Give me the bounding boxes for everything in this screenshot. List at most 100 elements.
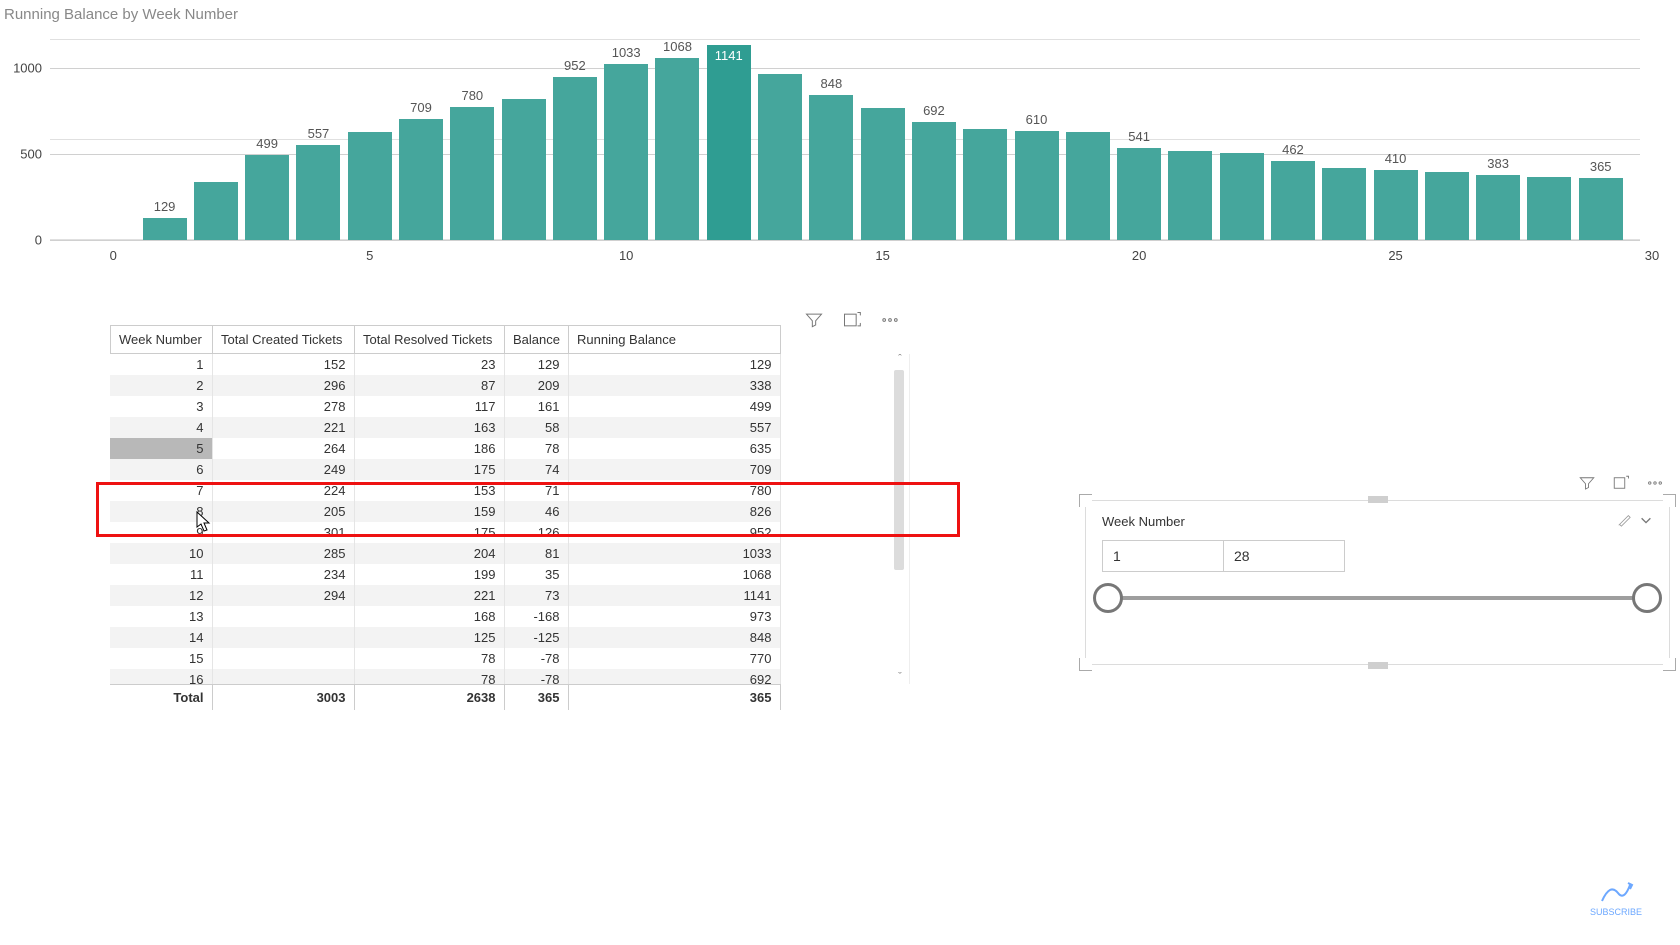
cell[interactable]: 73	[504, 585, 568, 606]
cell[interactable]: -78	[504, 648, 568, 669]
cell[interactable]: 249	[212, 459, 354, 480]
cell[interactable]: 635	[568, 438, 780, 459]
cell[interactable]: 204	[354, 543, 504, 564]
scroll-up-icon[interactable]: ˆ	[891, 354, 909, 366]
cell[interactable]: 8	[110, 501, 212, 522]
col-header-0[interactable]: Week Number	[111, 326, 213, 354]
scroll-down-icon[interactable]: ˇ	[891, 672, 909, 684]
cell[interactable]: 159	[354, 501, 504, 522]
cell[interactable]: 209	[504, 375, 568, 396]
bar-week-17[interactable]	[963, 129, 1007, 240]
col-header-4[interactable]: Running Balance	[569, 326, 781, 354]
scrollbar[interactable]: ˆ ˇ	[891, 354, 909, 684]
bar-week-3[interactable]	[245, 155, 289, 240]
cell[interactable]: 6	[110, 459, 212, 480]
col-header-1[interactable]: Total Created Tickets	[213, 326, 355, 354]
selection-handles[interactable]	[1085, 500, 1670, 665]
cell[interactable]: 3	[110, 396, 212, 417]
cell[interactable]: 175	[354, 459, 504, 480]
cell[interactable]: 278	[212, 396, 354, 417]
cell[interactable]: 770	[568, 648, 780, 669]
cell[interactable]: 952	[568, 522, 780, 543]
cell[interactable]: 186	[354, 438, 504, 459]
cell[interactable]: 234	[212, 564, 354, 585]
cell[interactable]: 4	[110, 417, 212, 438]
cell[interactable]: 46	[504, 501, 568, 522]
bar-week-15[interactable]	[861, 108, 905, 240]
cell[interactable]: 2	[110, 375, 212, 396]
cell[interactable]: 129	[568, 354, 780, 375]
table-row[interactable]: 13168-168973	[110, 606, 780, 627]
cell[interactable]: 973	[568, 606, 780, 627]
focus-mode-icon[interactable]	[1612, 474, 1630, 495]
table-row[interactable]: 624917574709	[110, 459, 780, 480]
table-row[interactable]: 820515946826	[110, 501, 780, 522]
cell[interactable]: 161	[504, 396, 568, 417]
cell[interactable]: 13	[110, 606, 212, 627]
cell[interactable]: 557	[568, 417, 780, 438]
bar-week-16[interactable]	[912, 122, 956, 240]
cell[interactable]: -125	[504, 627, 568, 648]
cell[interactable]: 499	[568, 396, 780, 417]
cell[interactable]: 1	[110, 354, 212, 375]
cell[interactable]: 199	[354, 564, 504, 585]
cell[interactable]: 23	[354, 354, 504, 375]
table-row[interactable]: 722415371780	[110, 480, 780, 501]
bar-week-14[interactable]	[809, 95, 853, 240]
cell[interactable]	[212, 648, 354, 669]
cell[interactable]: 9	[110, 522, 212, 543]
bar-week-10[interactable]	[604, 64, 648, 240]
cell[interactable]	[212, 627, 354, 648]
cell[interactable]: 848	[568, 627, 780, 648]
bar-week-5[interactable]	[348, 132, 392, 240]
cell[interactable]	[212, 669, 354, 684]
cell[interactable]: 296	[212, 375, 354, 396]
cell[interactable]: 205	[212, 501, 354, 522]
bar-week-21[interactable]	[1168, 151, 1212, 240]
bar-week-4[interactable]	[296, 145, 340, 240]
scroll-thumb[interactable]	[894, 370, 904, 570]
table-row[interactable]: 115223129129	[110, 354, 780, 375]
cell[interactable]: 152	[212, 354, 354, 375]
bar-week-28[interactable]	[1527, 177, 1571, 240]
bar-week-27[interactable]	[1476, 175, 1520, 240]
table-row[interactable]: 9301175126952	[110, 522, 780, 543]
cell[interactable]: 1068	[568, 564, 780, 585]
subscribe-badge[interactable]: SUBSCRIBE	[1590, 879, 1642, 917]
cell[interactable]: 87	[354, 375, 504, 396]
cell[interactable]: 224	[212, 480, 354, 501]
cell[interactable]: 338	[568, 375, 780, 396]
data-table[interactable]: Week NumberTotal Created TicketsTotal Re…	[110, 325, 781, 354]
cell[interactable]: 692	[568, 669, 780, 684]
table-row[interactable]: 12294221731141	[110, 585, 780, 606]
cell[interactable]: -78	[504, 669, 568, 684]
cell[interactable]: 74	[504, 459, 568, 480]
cell[interactable]: 153	[354, 480, 504, 501]
bar-week-22[interactable]	[1220, 153, 1264, 240]
more-options-icon[interactable]	[880, 310, 900, 333]
slider-track[interactable]	[1108, 596, 1647, 600]
cell[interactable]: 5	[110, 438, 212, 459]
cell[interactable]: 163	[354, 417, 504, 438]
bar-week-20[interactable]	[1117, 148, 1161, 240]
cell[interactable]: 126	[504, 522, 568, 543]
cell[interactable]: 285	[212, 543, 354, 564]
cell[interactable]: 71	[504, 480, 568, 501]
week-number-slicer[interactable]: Week Number	[1085, 500, 1670, 665]
cell[interactable]: 294	[212, 585, 354, 606]
table-row[interactable]: 11234199351068	[110, 564, 780, 585]
cell[interactable]: 11	[110, 564, 212, 585]
cell[interactable]: 81	[504, 543, 568, 564]
bar-week-1[interactable]	[143, 218, 187, 240]
bar-week-25[interactable]	[1374, 170, 1418, 240]
col-header-2[interactable]: Total Resolved Tickets	[355, 326, 505, 354]
cell[interactable]: 264	[212, 438, 354, 459]
cell[interactable]: -168	[504, 606, 568, 627]
cell[interactable]: 78	[354, 669, 504, 684]
filter-icon[interactable]	[1578, 474, 1596, 495]
cell[interactable]	[212, 606, 354, 627]
filter-icon[interactable]	[804, 310, 824, 333]
cell[interactable]: 16	[110, 669, 212, 684]
slider-handle-min[interactable]	[1093, 583, 1123, 613]
cell[interactable]: 1033	[568, 543, 780, 564]
